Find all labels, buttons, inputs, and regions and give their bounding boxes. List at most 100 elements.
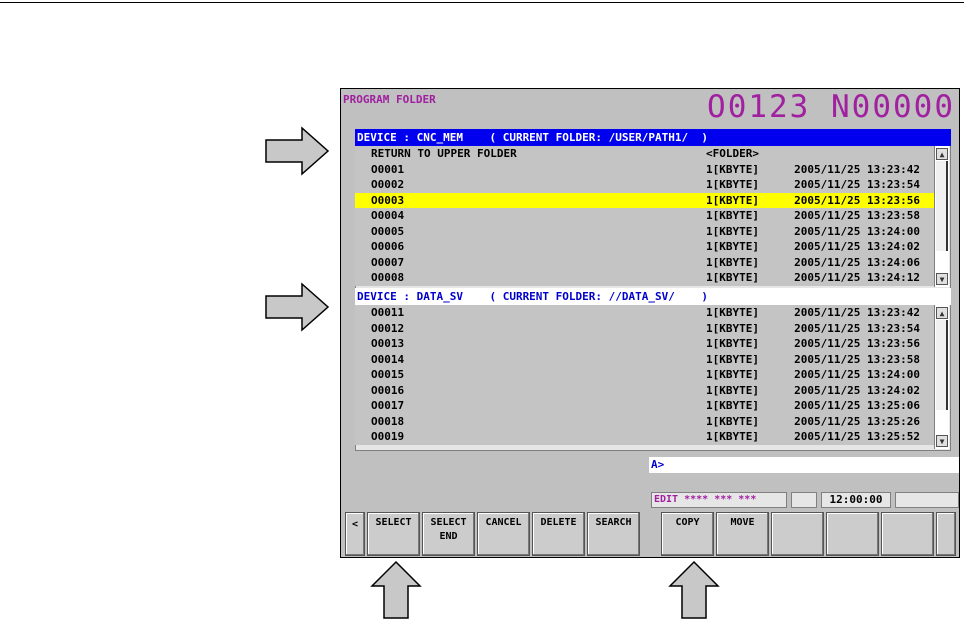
file-size: 1[KBYTE] [706,193,759,207]
file-date: 2005/11/25 13:24:06 [794,255,920,269]
list-item[interactable]: O0016 1[KBYTE] 2005/11/25 13:24:02 [355,382,934,398]
softkey-blank[interactable] [771,512,824,556]
file-date: 2005/11/25 13:24:02 [794,383,920,397]
clock-display: 12:00:00 [821,492,891,508]
list-item[interactable]: O0004 1[KBYTE] 2005/11/25 13:23:58 [355,208,934,224]
list-item[interactable]: O0015 1[KBYTE] 2005/11/25 13:24:00 [355,367,934,383]
softkey-cancel[interactable]: CANCEL [477,512,530,556]
file-date: 2005/11/25 13:24:00 [794,368,920,381]
file-size: 1[KBYTE] [706,430,759,443]
softkey-copy[interactable]: COPY [661,512,714,556]
list-item[interactable]: O0006 1[KBYTE] 2005/11/25 13:24:02 [355,239,934,255]
file-date: 2005/11/25 13:23:58 [794,209,920,222]
list-item[interactable]: O0012 1[KBYTE] 2005/11/25 13:23:54 [355,320,934,336]
file-date: 2005/11/25 13:25:26 [794,414,920,428]
file-list-data-sv[interactable]: O0011 1[KBYTE] 2005/11/25 13:23:42 O0012… [355,305,934,449]
file-name: O0011 [371,306,405,319]
up-callout-arrow-icon [668,560,720,619]
status-bar: EDIT **** *** *** 12:00:00 [649,492,959,508]
file-size: 1[KBYTE] [706,178,759,191]
file-size: 1[KBYTE] [706,383,759,397]
list-item[interactable]: O0001 1[KBYTE] 2005/11/25 13:23:42 [355,161,934,177]
softkey-blank[interactable] [881,512,934,556]
scroll-thumb[interactable] [936,320,948,410]
list-item-selected[interactable]: O0003 1[KBYTE] 2005/11/25 13:23:56 [355,192,934,208]
file-list-cnc-mem[interactable]: RETURN TO UPPER FOLDER <FOLDER> O0001 1[… [355,146,934,287]
file-date: 2005/11/25 13:25:52 [794,430,920,443]
list-item[interactable]: O0019 1[KBYTE] 2005/11/25 13:25:52 [355,429,934,445]
file-date: 2005/11/25 13:23:54 [794,321,920,335]
file-name: O0017 [371,399,405,412]
list-item[interactable]: O0005 1[KBYTE] 2005/11/25 13:24:00 [355,223,934,239]
softkey-move[interactable]: MOVE [716,512,769,556]
list-item[interactable]: O0014 1[KBYTE] 2005/11/25 13:23:58 [355,351,934,367]
file-name: O0001 [371,162,405,176]
file-name: O0016 [371,383,405,397]
file-name: O0003 [371,193,405,207]
cnc-screen: PROGRAM FOLDER O0123 N00000 DEVICE : CNC… [340,88,960,558]
screen-title: PROGRAM FOLDER [343,93,436,106]
file-date: 2005/11/25 13:23:42 [794,162,920,176]
softkey-next-menu[interactable] [936,512,956,556]
scrollbar-cnc-mem[interactable]: ▲ ▼ [934,146,949,287]
file-name: O0004 [371,209,405,222]
file-date: 2005/11/25 13:23:56 [794,193,920,207]
key-input-line[interactable]: A> [649,457,959,473]
scroll-thumb[interactable] [936,161,948,251]
list-item[interactable]: O0011 1[KBYTE] 2005/11/25 13:23:42 [355,305,934,321]
softkey-prev-menu[interactable]: < [345,512,365,556]
file-date: 2005/11/25 13:24:00 [794,224,920,238]
file-name: O0015 [371,368,405,381]
file-name: O0014 [371,352,405,366]
softkey-select[interactable]: SELECT [367,512,420,556]
file-size: 1[KBYTE] [706,224,759,238]
softkey-blank[interactable] [826,512,879,556]
softkey-delete[interactable]: DELETE [532,512,585,556]
file-name: O0002 [371,178,405,191]
file-name: O0012 [371,321,405,335]
softkey-search[interactable]: SEARCH [587,512,640,556]
softkey-select-end[interactable]: SELECT END [422,512,475,556]
list-item[interactable]: O0007 1[KBYTE] 2005/11/25 13:24:06 [355,254,934,270]
right-callout-arrow-icon [265,282,330,332]
file-name: O0018 [371,414,405,428]
list-item[interactable]: O0002 1[KBYTE] 2005/11/25 13:23:54 [355,177,934,193]
file-name: O0007 [371,255,405,269]
list-item[interactable]: O0018 1[KBYTE] 2005/11/25 13:25:26 [355,413,934,429]
scrollbar-data-sv[interactable]: ▲ ▼ [934,305,949,449]
file-size: 1[KBYTE] [706,271,759,284]
file-size: 1[KBYTE] [706,352,759,366]
scroll-down-icon[interactable]: ▼ [936,273,948,285]
file-size: 1[KBYTE] [706,414,759,428]
soft-key-bar: < SELECT SELECT END CANCEL DELETE SEARCH… [345,512,957,556]
list-item[interactable]: O0013 1[KBYTE] 2005/11/25 13:23:56 [355,336,934,352]
file-date: 2005/11/25 13:25:06 [794,399,920,412]
file-size: 1[KBYTE] [706,240,759,253]
status-field-blank [791,492,817,508]
file-size: 1[KBYTE] [706,337,759,350]
file-date: 2005/11/25 13:23:56 [794,337,920,350]
file-size: 1[KBYTE] [706,321,759,335]
program-number: O0123 N00000 [707,89,955,125]
file-name: O0008 [371,271,405,284]
list-item[interactable]: O0008 1[KBYTE] 2005/11/25 13:24:12 [355,270,934,286]
file-date: 2005/11/25 13:24:02 [794,240,920,253]
scroll-down-icon[interactable]: ▼ [936,435,948,447]
file-date: 2005/11/25 13:24:12 [794,271,920,284]
file-name: O0013 [371,337,405,350]
mode-indicator: EDIT **** *** *** [651,492,787,508]
file-name: O0005 [371,224,405,238]
up-callout-arrow-icon [370,560,422,619]
file-name: O0006 [371,240,405,253]
list-item[interactable]: O0017 1[KBYTE] 2005/11/25 13:25:06 [355,398,934,414]
status-field-blank [895,492,959,508]
scroll-up-icon[interactable]: ▲ [936,307,948,319]
file-date: 2005/11/25 13:23:58 [794,352,920,366]
file-name: O0019 [371,430,405,443]
scroll-up-icon[interactable]: ▲ [936,148,948,160]
device-header-cnc-mem[interactable]: DEVICE : CNC_MEM ( CURRENT FOLDER: /USER… [355,129,951,146]
file-size: 1[KBYTE] [706,255,759,269]
device-header-data-sv[interactable]: DEVICE : DATA_SV ( CURRENT FOLDER: //DAT… [355,288,951,305]
file-size: 1[KBYTE] [706,162,759,176]
list-item-return-upper[interactable]: RETURN TO UPPER FOLDER <FOLDER> [355,146,934,162]
